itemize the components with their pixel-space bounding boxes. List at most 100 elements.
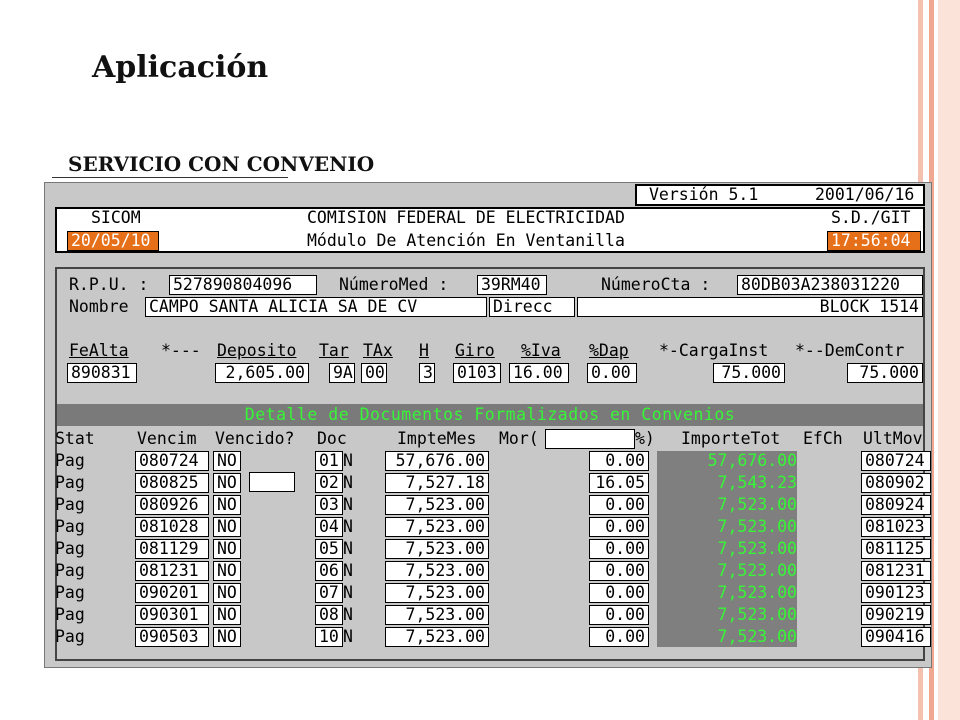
h-field[interactable]: 3 <box>419 363 435 383</box>
cell-imptemes[interactable]: 7,523.00 <box>385 605 489 625</box>
cell-mor[interactable]: 0.00 <box>589 451 649 471</box>
direcc-field[interactable]: BLOCK 1514 <box>577 297 923 317</box>
cell-mor[interactable]: 0.00 <box>589 583 649 603</box>
table-row[interactable]: Pag 081129 NO 05 N 7,523.00 0.00 7,523.00 081125 <box>45 538 931 560</box>
cell-importetot: 7,543.23 <box>717 473 797 492</box>
cell-mor[interactable]: 0.00 <box>589 539 649 559</box>
cell-ultmov[interactable]: 080724 <box>861 451 931 471</box>
nombre-field[interactable]: CAMPO SANTA ALICIA SA DE CV <box>145 297 487 317</box>
demcontr-field[interactable]: 75.000 <box>847 363 923 383</box>
rpu-field[interactable]: 527890804096 <box>169 275 317 295</box>
mor-filter-input[interactable] <box>545 429 635 449</box>
cell-vencido[interactable]: NO <box>213 539 241 559</box>
cell-vencido[interactable]: NO <box>213 495 241 515</box>
cta-label: NúmeroCta : <box>601 275 711 294</box>
cell-vencim[interactable]: 090301 <box>135 605 209 625</box>
account-line-2: Nombre CAMPO SANTA ALICIA SA DE CV Direc… <box>45 296 931 318</box>
cell-vencim[interactable]: 080825 <box>135 473 209 493</box>
cell-ultmov[interactable]: 090219 <box>861 605 931 625</box>
cell-vencim[interactable]: 080724 <box>135 451 209 471</box>
account-line-1: R.P.U. : 527890804096 NúmeroMed : 39RM40… <box>45 274 931 296</box>
cell-ultmov[interactable]: 081023 <box>861 517 931 537</box>
cell-vencim[interactable]: 090503 <box>135 627 209 647</box>
cell-imptemes[interactable]: 7,523.00 <box>385 517 489 537</box>
cell-vencido[interactable]: NO <box>213 517 241 537</box>
slide-edge-band <box>938 0 960 720</box>
direcc-label: Direcc <box>489 297 575 317</box>
table-row[interactable]: Pag 080724 NO 01 N 57,676.00 0.00 57,676.00 0807… <box>45 450 931 472</box>
demcontr-label: *--DemContr <box>795 341 905 360</box>
cell-vencido[interactable]: NO <box>213 583 241 603</box>
cell-vencim[interactable]: 081028 <box>135 517 209 537</box>
table-row[interactable]: Pag 081231 NO 06 N 7,523.00 0.00 7,523.00 081231 <box>45 560 931 582</box>
table-row[interactable]: Pag 090503 NO 10 N 7,523.00 0.00 7,523.00 090416 <box>45 626 931 648</box>
cell-ultmov[interactable]: 080902 <box>861 473 931 493</box>
cell-doc[interactable]: 03 <box>315 495 343 515</box>
placeholder-label: *--- <box>161 341 201 360</box>
cell-ultmov[interactable]: 090123 <box>861 583 931 603</box>
cell-vencim[interactable]: 090201 <box>135 583 209 603</box>
table-row[interactable]: Pag 080926 NO 03 N 7,523.00 0.00 7,523.00 080924 <box>45 494 931 516</box>
cell-doc[interactable]: 06 <box>315 561 343 581</box>
cell-stat: Pag <box>55 627 85 646</box>
cell-vencido[interactable]: NO <box>213 605 241 625</box>
company-name: COMISION FEDERAL DE ELECTRICIDAD <box>307 208 625 227</box>
cell-importetot: 7,523.00 <box>717 627 797 646</box>
cell-vencido[interactable]: NO <box>213 627 241 647</box>
cell-imptemes[interactable]: 7,523.00 <box>385 495 489 515</box>
cargainst-field[interactable]: 75.000 <box>713 363 785 383</box>
cell-vencido[interactable]: NO <box>213 473 241 493</box>
cell-importetot: 57,676.00 <box>707 451 797 470</box>
iva-field[interactable]: 16.00 <box>509 363 569 383</box>
cell-ultmov[interactable]: 080924 <box>861 495 931 515</box>
table-row[interactable]: Pag 090301 NO 08 N 7,523.00 0.00 7,523.00 090219 <box>45 604 931 626</box>
cell-ultmov[interactable]: 081125 <box>861 539 931 559</box>
cell-mor[interactable]: 0.00 <box>589 561 649 581</box>
cell-mor[interactable]: 0.00 <box>589 495 649 515</box>
cell-doc[interactable]: 10 <box>315 627 343 647</box>
table-row[interactable]: Pag 081028 NO 04 N 7,523.00 0.00 7,523.00 081023 <box>45 516 931 538</box>
cell-doc[interactable]: 05 <box>315 539 343 559</box>
cell-vencim[interactable]: 080926 <box>135 495 209 515</box>
cell-mor[interactable]: 0.00 <box>589 517 649 537</box>
cell-imptemes[interactable]: 7,523.00 <box>385 583 489 603</box>
module-name: Módulo De Atención En Ventanilla <box>307 231 625 250</box>
service-labels: FeAlta *--- Deposito Tar TAx H Giro %Iva… <box>45 340 931 362</box>
cell-vencim[interactable]: 081231 <box>135 561 209 581</box>
cta-field[interactable]: 80DB03A238031220 <box>737 275 923 295</box>
cell-mor[interactable]: 16.05 <box>589 473 649 493</box>
col-stat: Stat <box>55 429 95 448</box>
deposito-field[interactable]: 2,605.00 <box>215 363 309 383</box>
current-date: 20/05/10 <box>67 231 159 251</box>
cell-doc[interactable]: 01 <box>315 451 343 471</box>
cell-mor[interactable]: 0.00 <box>589 605 649 625</box>
cell-doc[interactable]: 08 <box>315 605 343 625</box>
vencido-input[interactable] <box>249 472 295 492</box>
department-name: S.D./GIT <box>831 208 911 227</box>
cell-ultmov[interactable]: 081231 <box>861 561 931 581</box>
cell-doc[interactable]: 04 <box>315 517 343 537</box>
cell-imptemes[interactable]: 7,523.00 <box>385 561 489 581</box>
cell-mor[interactable]: 0.00 <box>589 627 649 647</box>
cell-imptemes[interactable]: 7,523.00 <box>385 539 489 559</box>
giro-field[interactable]: 0103 <box>453 363 501 383</box>
tax-field[interactable]: 00 <box>361 363 387 383</box>
cell-vencido[interactable]: NO <box>213 561 241 581</box>
table-row[interactable]: Pag 090201 NO 07 N 7,523.00 0.00 7,523.00 090123 <box>45 582 931 604</box>
fealta-field[interactable]: 890831 <box>67 363 137 383</box>
cell-doc[interactable]: 07 <box>315 583 343 603</box>
dap-field[interactable]: 0.00 <box>587 363 637 383</box>
cell-ultmov[interactable]: 090416 <box>861 627 931 647</box>
cell-doc[interactable]: 02 <box>315 473 343 493</box>
cell-tipo: N <box>343 517 353 536</box>
cell-imptemes[interactable]: 7,527.18 <box>385 473 489 493</box>
cell-vencim[interactable]: 081129 <box>135 539 209 559</box>
cell-vencido[interactable]: NO <box>213 451 241 471</box>
table-row[interactable]: Pag 080825 NO 02 N 7,527.18 16.05 7,543.23 08090… <box>45 472 931 494</box>
cell-imptemes[interactable]: 57,676.00 <box>385 451 489 471</box>
giro-label: Giro <box>455 341 495 360</box>
service-values: 890831 2,605.00 9A 00 3 0103 16.00 0.00 … <box>45 362 931 384</box>
cell-imptemes[interactable]: 7,523.00 <box>385 627 489 647</box>
tar-field[interactable]: 9A <box>329 363 355 383</box>
med-field[interactable]: 39RM40 <box>477 275 547 295</box>
